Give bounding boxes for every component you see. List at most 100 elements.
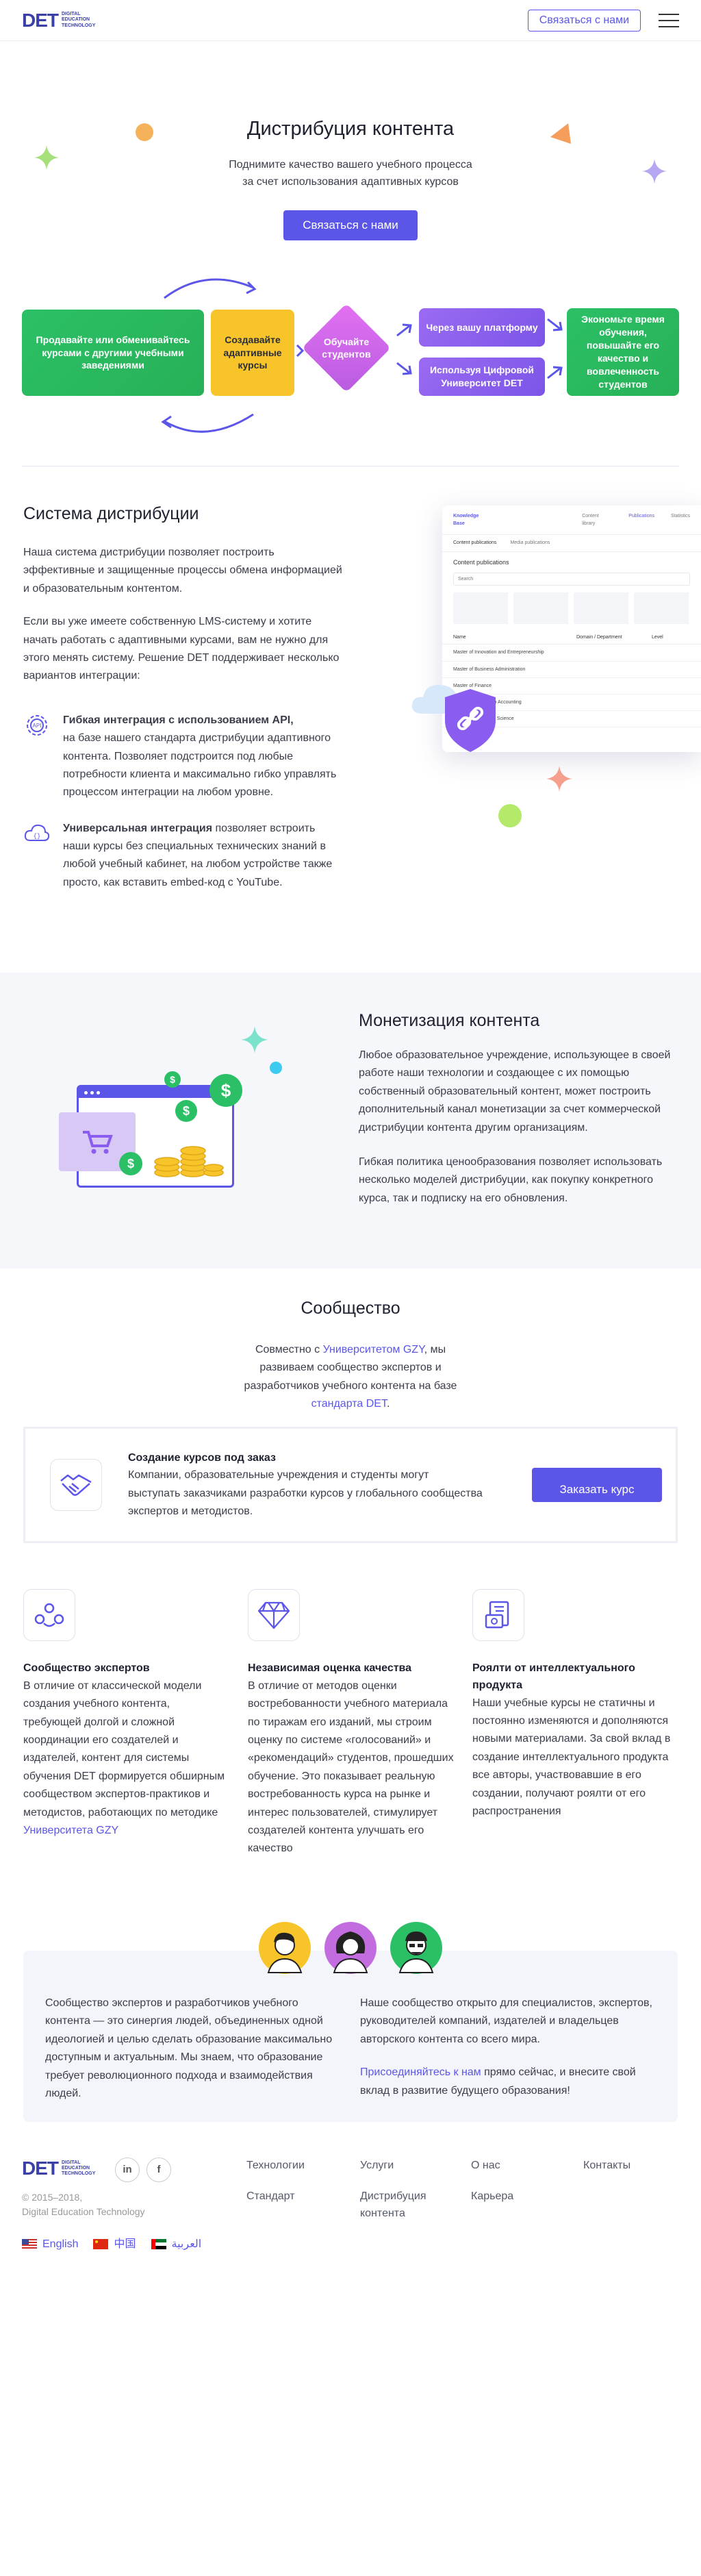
monetization-paragraph: Гибкая политика ценообразования позволяе… [359, 1155, 663, 1204]
footer-link-contacts[interactable]: Контакты [583, 2158, 630, 2175]
site-header: DET DIGITAL EDUCATION TECHNOLOGY Связать… [0, 0, 701, 41]
hero-subtitle: Поднимите качество вашего учебного проце… [0, 157, 701, 191]
copyright: © 2015–2018, Digital Education Technolog… [22, 2190, 145, 2219]
pillar-quality: Независимая оценка качества В отличие от… [248, 1589, 460, 1858]
logo[interactable]: DET DIGITAL EDUCATION TECHNOLOGY [22, 10, 95, 30]
community-title: Сообщество [301, 1299, 400, 1318]
money-document-icon [485, 1601, 509, 1629]
feature-desc: на базе нашего стандарта дистрибуции ада… [63, 732, 337, 799]
copyright-line: © 2015–2018, [22, 2192, 83, 2203]
mock-row: Master of Innovation and Entrepreneurshi… [442, 645, 701, 662]
facebook-icon[interactable]: f [146, 2158, 171, 2182]
feature-api: API Гибкая интеграция с использованием A… [23, 712, 345, 802]
pillar-royalty: Роялти от интеллектуального продукта Наш… [472, 1589, 678, 1821]
dot-cyan [270, 1062, 282, 1074]
det-standard-link[interactable]: стандарта DET [311, 1398, 387, 1410]
mock-col: Domain / Department [576, 635, 622, 640]
intro-text: Совместно с [255, 1344, 323, 1355]
hero-contact-button[interactable]: Связаться с нами [283, 210, 418, 240]
flow-step-save-time: Экономьте время обучения, повышайте его … [567, 308, 679, 396]
sparkle-green-icon [34, 145, 59, 170]
footer-link-services[interactable]: Услуги [360, 2158, 449, 2175]
custom-courses-card: Создание курсов под заказ Компании, обра… [23, 1427, 678, 1543]
pillar-icon-box [23, 1589, 75, 1641]
pillar-desc: В отличие от классической модели создани… [23, 1679, 225, 1818]
community-synergy-text: Сообщество экспертов и разработчиков уче… [45, 1997, 333, 2099]
feature-title: Гибкая интеграция с использованием API, [63, 714, 294, 726]
join-link[interactable]: Присоединяйтесь к нам [360, 2066, 481, 2078]
lang-english[interactable]: English [22, 2236, 78, 2253]
mock-tab: Content library [582, 514, 599, 527]
handshake-icon-box [50, 1459, 102, 1511]
logo-line: EDUCATION [62, 2165, 90, 2171]
join-paragraph: Присоединяйтесь к нам прямо сейчас, и вн… [360, 2064, 654, 2100]
order-title: Создание курсов под заказ [128, 1451, 276, 1464]
gzy-method-link[interactable]: Университета GZY [23, 1825, 118, 1836]
pillar-icon-box [472, 1589, 524, 1641]
linkedin-icon[interactable]: in [115, 2158, 140, 2182]
footer-link-careers[interactable]: Карьера [471, 2188, 513, 2205]
distribution-paragraph: Если вы уже имеете собственную LMS-систе… [23, 616, 340, 682]
coin-badge: $ [119, 1152, 142, 1175]
china-flag-icon [93, 2239, 109, 2250]
pillar-title: Сообщество экспертов [23, 1662, 150, 1674]
footer-link-technologies[interactable]: Технологии [246, 2158, 305, 2175]
mock-tab: Statistics [670, 514, 690, 518]
distribution-paragraph: Наша система дистрибуции позволяет постр… [23, 547, 342, 595]
community-section: Сообщество Совместно с Университетом GZY… [0, 1295, 701, 1414]
logo-line: DIGITAL [62, 12, 81, 17]
handshake-icon [60, 1474, 92, 1496]
language-switcher: English 中国 العربية [22, 2236, 201, 2253]
footer-col: Контакты [583, 2158, 630, 2175]
pillar-text: В отличие от классической модели создани… [23, 1677, 229, 1840]
logo-subtitle: DIGITAL EDUCATION TECHNOLOGY [62, 12, 95, 28]
mock-subtab: Content publications [453, 540, 497, 546]
pillar-experts: Сообщество экспертов В отличие от класси… [23, 1589, 229, 1840]
uae-flag-icon [151, 2239, 166, 2250]
footer-col: Услуги Дистрибуция контента [360, 2158, 449, 2222]
join-paragraph: Наше сообщество открыто для специалистов… [360, 1997, 652, 2045]
lang-chinese[interactable]: 中国 [93, 2236, 136, 2253]
hero-subtitle-line: за счет использования адаптивных курсов [242, 176, 459, 188]
intro-text: . [386, 1398, 390, 1410]
monetization-section: $ $ $ $ Монетизация контента Любое образ… [0, 973, 701, 1268]
header-contact-button[interactable]: Связаться с нами [527, 9, 641, 32]
mock-tab: Publications [628, 514, 654, 518]
hero-section: Дистрибуция контента Поднимите качество … [0, 41, 701, 295]
community-intro: Совместно с Университетом GZY, мы развив… [227, 1341, 474, 1414]
monetization-paragraph: Любое образовательное учреждение, исполь… [359, 1049, 671, 1134]
distribution-title: Система дистрибуции [23, 504, 199, 523]
menu-icon[interactable] [659, 13, 679, 27]
mock-heading: Content publications [453, 558, 509, 566]
flow-step-trade-courses: Продавайте или обменивайтесь курсами с д… [22, 310, 204, 396]
feature-api-text: Гибкая интеграция с использованием API, н… [63, 712, 345, 802]
footer-link-standard[interactable]: Стандарт [246, 2188, 305, 2205]
lang-label[interactable]: العربية [172, 2236, 202, 2253]
pillar-title: Независимая оценка качества [248, 1662, 412, 1674]
lang-label[interactable]: English [42, 2236, 78, 2253]
footer-logo[interactable]: DET DIGITAL EDUCATION TECHNOLOGY [22, 2159, 95, 2178]
api-gear-icon: API [27, 714, 47, 736]
logo-line: TECHNOLOGY [62, 23, 96, 28]
gzy-university-link[interactable]: Университетом GZY [323, 1344, 424, 1355]
avatar [259, 1922, 311, 1974]
lang-arabic[interactable]: العربية [151, 2236, 202, 2253]
sparkle-pink-icon [546, 766, 572, 792]
pillar-text: Наши учебные курсы не статичны и постоян… [472, 1697, 671, 1817]
logo-subtitle: DIGITAL EDUCATION TECHNOLOGY [62, 2160, 95, 2177]
coin-stacks-icon [154, 1146, 224, 1177]
feature-universal-text: Универсальная интеграция позволяет встро… [63, 820, 345, 892]
coin-badge: $ [175, 1100, 197, 1122]
coin-badge: $ [164, 1071, 181, 1088]
mock-brand: Knowledge Base [453, 514, 479, 527]
footer-link-about[interactable]: О нас [471, 2158, 513, 2175]
mock-col: Name [453, 635, 466, 640]
order-text: Компании, образовательные учреждения и с… [128, 1469, 483, 1517]
order-course-button[interactable]: Заказать курс [532, 1468, 662, 1502]
distribution-section: Система дистрибуции Наша система дистриб… [0, 500, 701, 966]
avatar [324, 1922, 377, 1974]
lang-label[interactable]: 中国 [114, 2236, 136, 2253]
mock-col: Level [652, 635, 663, 640]
footer-col: Технологии Стандарт [246, 2158, 305, 2205]
footer-link-distribution[interactable]: Дистрибуция контента [360, 2188, 449, 2223]
